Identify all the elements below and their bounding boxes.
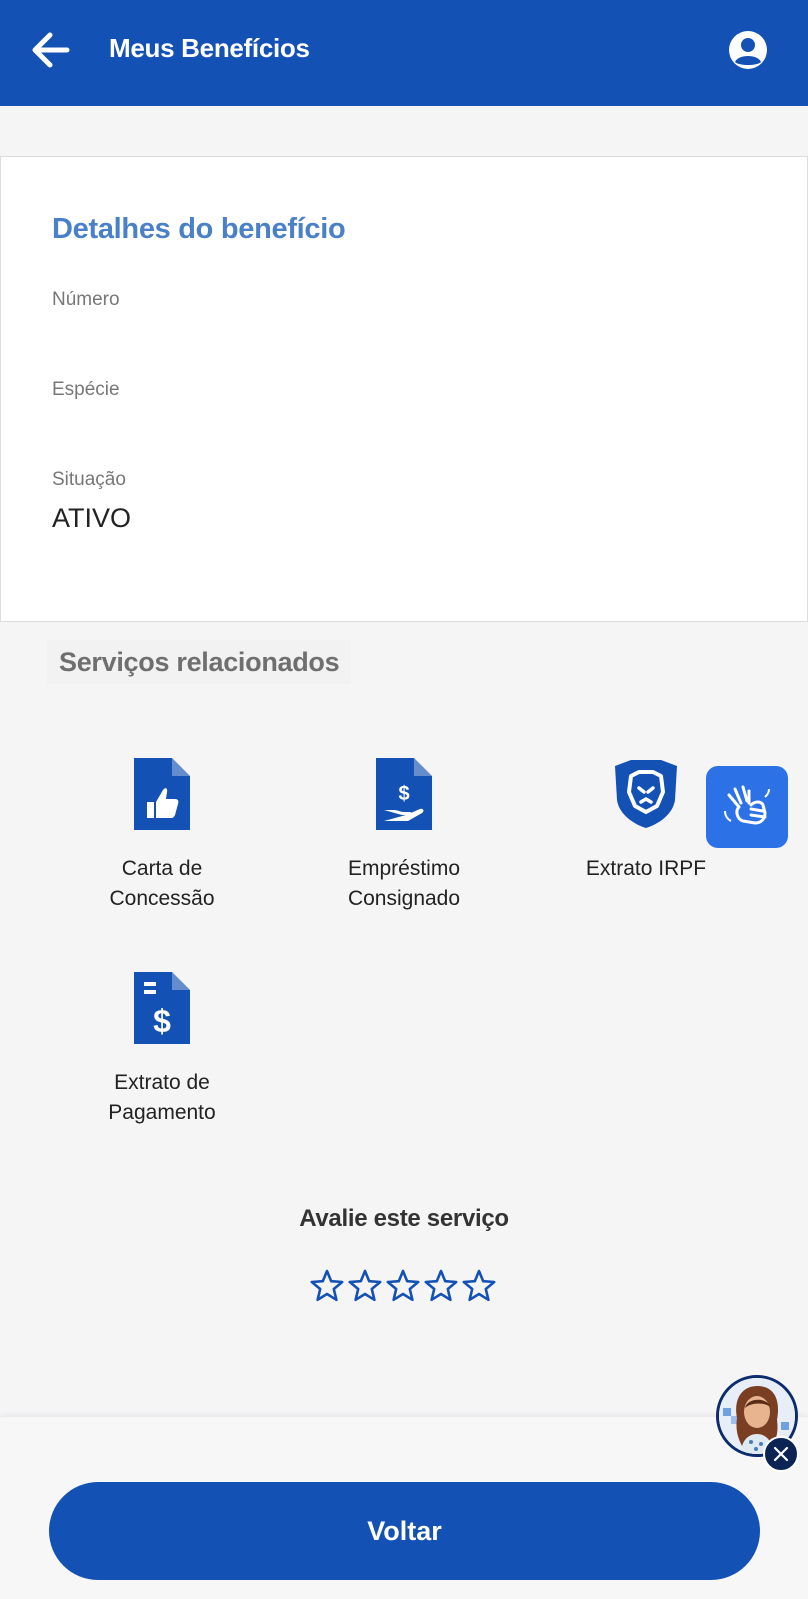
service-extrato-pagamento[interactable]: $ Extrato de Pagamento xyxy=(42,972,282,1128)
especie-label: Espécie xyxy=(52,379,120,400)
rating-title: Avalie este serviço xyxy=(299,1205,509,1232)
document-hand-dollar-icon: $ xyxy=(376,758,432,830)
star-icon[interactable] xyxy=(309,1268,345,1304)
service-label: Extrato IRPF xyxy=(585,857,707,880)
profile-button[interactable] xyxy=(722,24,774,76)
situacao-value: ATIVO xyxy=(52,503,132,533)
related-services-title: Serviços relacionados xyxy=(47,640,352,684)
star-icon[interactable] xyxy=(461,1268,497,1304)
app-bar: Meus Benefícios xyxy=(0,0,808,106)
lion-shield-icon xyxy=(615,760,677,828)
details-title: Detalhes do benefício xyxy=(52,213,346,245)
voltar-button[interactable]: Voltar xyxy=(49,1482,760,1580)
sign-language-hands-icon xyxy=(724,785,770,825)
arrow-left-icon xyxy=(32,32,70,68)
service-label: Empréstimo Consignado xyxy=(347,857,461,910)
service-emprestimo-consignado[interactable]: $ Empréstimo Consignado xyxy=(284,758,524,914)
document-thumbs-up-icon xyxy=(134,758,190,830)
rating-stars xyxy=(309,1268,497,1304)
user-circle-icon xyxy=(729,31,767,69)
assistant-close-button[interactable] xyxy=(763,1436,799,1472)
numero-label: Número xyxy=(52,289,120,310)
page-title: Meus Benefícios xyxy=(109,33,310,63)
svg-text:$: $ xyxy=(153,1003,171,1039)
back-button[interactable] xyxy=(22,22,78,78)
star-icon[interactable] xyxy=(385,1268,421,1304)
service-label: Carta de Concessão xyxy=(109,857,215,910)
svg-text:$: $ xyxy=(398,783,409,805)
star-icon[interactable] xyxy=(423,1268,459,1304)
close-icon xyxy=(773,1446,789,1462)
service-carta-concessao[interactable]: Carta de Concessão xyxy=(42,758,282,914)
star-icon[interactable] xyxy=(347,1268,383,1304)
situacao-label: Situação xyxy=(52,469,126,490)
document-dollar-icon: $ xyxy=(134,972,190,1044)
benefit-details-card: Detalhes do benefício Número Espécie Sit… xyxy=(0,156,808,622)
libras-button[interactable] xyxy=(706,766,788,848)
service-label: Extrato de Pagamento xyxy=(108,1071,216,1124)
